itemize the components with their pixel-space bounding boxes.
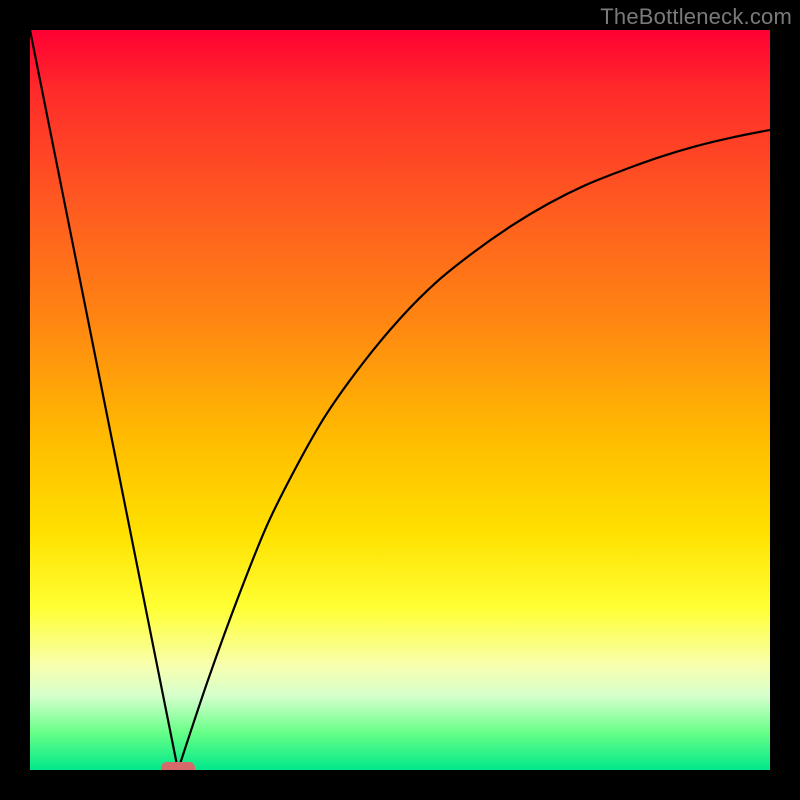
chart-frame: TheBottleneck.com (0, 0, 800, 800)
curve-left-segment (30, 30, 178, 770)
plot-area (30, 30, 770, 770)
minimum-marker (161, 762, 195, 770)
curve-right-segment (178, 130, 770, 770)
watermark-text: TheBottleneck.com (600, 4, 792, 30)
chart-svg (30, 30, 770, 770)
